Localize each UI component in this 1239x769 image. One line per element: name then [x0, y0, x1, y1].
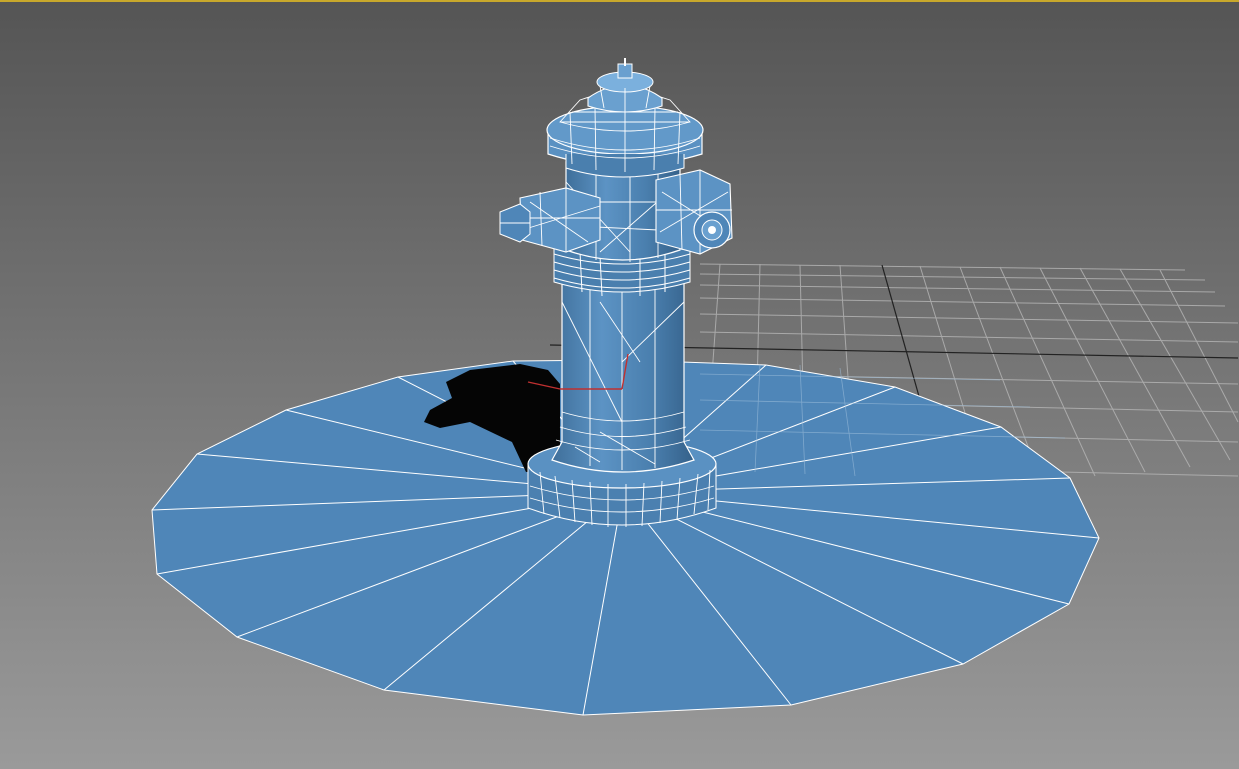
perspective-viewport[interactable]	[0, 0, 1239, 769]
hydrant-barrel	[551, 281, 695, 473]
hydrant-right-nozzle	[655, 169, 733, 255]
viewport-canvas[interactable]	[0, 2, 1239, 769]
